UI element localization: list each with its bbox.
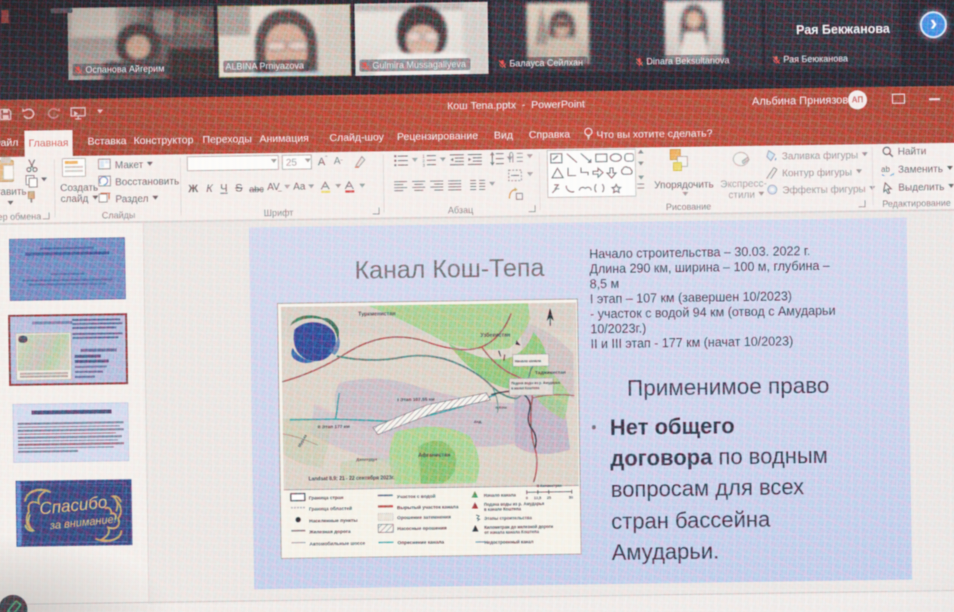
svg-text:в канале Коштепа: в канале Коштепа [484, 506, 522, 512]
svg-text:Узбекистан: Узбекистан [480, 332, 510, 339]
svg-text:Начало канала: Начало канала [515, 359, 542, 363]
svg-text:Этапы строительства: Этапы строительства [484, 515, 532, 521]
svg-text:3: 3 [422, 163, 425, 167]
svg-text:25: 25 [547, 496, 551, 500]
svg-text:в канал Коштепа: в канал Коштепа [511, 386, 539, 390]
svg-text:Landsat 8,9; 21 - 22 сентября: Landsat 8,9; 21 - 22 сентября 2023г. [308, 474, 395, 482]
svg-text:от начала канала Коштепа: от начала канала Коштепа [484, 529, 539, 535]
svg-text:0: 0 [526, 496, 528, 500]
svg-text:12,5: 12,5 [534, 496, 541, 500]
svg-text:ab: ab [881, 165, 891, 174]
svg-text:Афганистан: Афганистан [418, 451, 450, 458]
svg-text:п.Кош: п.Кош [495, 406, 506, 410]
svg-text:Анд.: Анд. [474, 420, 483, 424]
svg-text:Недостроенный канал: Недостроенный канал [484, 539, 533, 545]
svg-text:В Километрах: В Километрах [537, 484, 562, 488]
svg-text:Таджикистан: Таджикистан [535, 370, 566, 376]
svg-text:II Этап 177 км: II Этап 177 км [318, 424, 350, 430]
svg-text:Начало канала: Начало канала [484, 492, 517, 497]
svg-text:Туркменистан: Туркменистан [358, 311, 396, 318]
svg-text:Подача воды из р. Амударья: Подача воды из р. Амударья [511, 381, 560, 386]
svg-text:Населенные пункты: Населенные пункты [309, 518, 357, 525]
svg-text:I Этап 107,55 км: I Этап 107,55 км [397, 397, 435, 404]
svg-text:Опреснение канала: Опреснение канала [397, 540, 444, 547]
svg-text:Орошение затемнения: Орошение затемнения [397, 514, 451, 521]
svg-text:Джаккудук: Джаккудук [356, 456, 377, 461]
svg-text:Насосные орошения: Насосные орошения [397, 525, 447, 532]
svg-text:50: 50 [569, 496, 573, 500]
svg-text:Железная дорога: Железная дорога [308, 529, 351, 536]
svg-text:Граница стран: Граница стран [309, 495, 344, 502]
